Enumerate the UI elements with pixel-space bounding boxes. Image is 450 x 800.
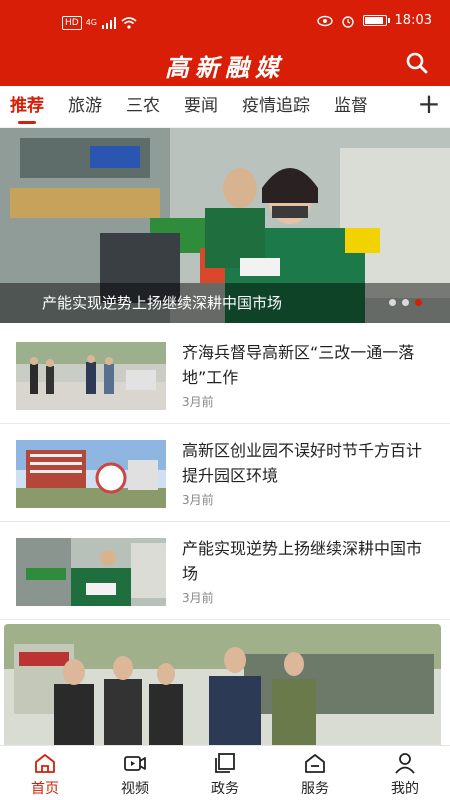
featured-photo[interactable] <box>4 624 441 750</box>
tab-recommend[interactable]: 推荐 <box>10 94 44 124</box>
carousel-dot[interactable] <box>389 299 396 306</box>
tab-news[interactable]: 要闻 <box>184 94 218 118</box>
news-thumbnail <box>16 342 166 410</box>
video-icon <box>124 756 146 771</box>
nav-home-label: 首页 <box>31 781 59 797</box>
banner-carousel[interactable]: 产能实现逆势上扬继续深耕中国市场 <box>0 128 450 323</box>
nav-profile-label: 我的 <box>391 781 419 797</box>
news-thumbnail <box>16 440 166 508</box>
eye-icon <box>316 15 333 26</box>
tab-supervision[interactable]: 监督 <box>334 94 368 118</box>
tab-agriculture[interactable]: 三农 <box>126 94 160 118</box>
nav-home[interactable]: 首页 <box>0 746 90 800</box>
carousel-dot-active[interactable] <box>415 299 422 306</box>
wifi-icon <box>121 17 137 29</box>
banner-caption: 产能实现逆势上扬继续深耕中国市场 <box>42 294 283 312</box>
news-item[interactable]: 产能实现逆势上扬继续深耕中国市场 3月前 <box>0 522 450 620</box>
add-tab-button[interactable]: + <box>408 86 450 127</box>
status-time: 18:03 <box>394 13 432 28</box>
nav-video[interactable]: 视频 <box>90 746 180 800</box>
status-right: 18:03 <box>316 13 432 28</box>
category-tabs: 推荐 旅游 三农 要闻 疫情追踪 监督 + <box>0 86 450 128</box>
battery-icon <box>362 15 390 26</box>
status-bar: HD 4G 18:03 <box>0 0 450 42</box>
news-title: 齐海兵督导高新区“三改一通一落地”工作 <box>182 343 415 387</box>
bottom-nav: 首页 视频 政务 服务 我的 <box>0 745 450 800</box>
news-time: 3月前 <box>182 395 214 409</box>
signal-icon <box>102 17 116 29</box>
tab-epidemic[interactable]: 疫情追踪 <box>242 94 310 118</box>
alarm-icon <box>341 15 354 28</box>
home-icon <box>35 754 55 773</box>
tab-travel[interactable]: 旅游 <box>68 94 102 118</box>
status-left: HD 4G <box>62 16 137 30</box>
network-indicator: 4G <box>85 18 97 27</box>
news-thumbnail <box>16 538 166 606</box>
news-title: 高新区创业园不误好时节千方百计提升园区环境 <box>182 441 423 485</box>
nav-government-label: 政务 <box>211 781 239 797</box>
app-title: 高新融媒 <box>165 53 285 82</box>
news-time: 3月前 <box>182 493 214 507</box>
pages-icon <box>215 753 235 773</box>
tab-row: 推荐 旅游 三农 要闻 疫情追踪 监督 <box>10 94 368 124</box>
app-bar: 高新融媒 <box>0 42 450 86</box>
nav-video-label: 视频 <box>121 781 149 797</box>
news-item[interactable]: 高新区创业园不误好时节千方百计提升园区环境 3月前 <box>0 424 450 522</box>
nav-government[interactable]: 政务 <box>180 746 270 800</box>
battery-fill <box>364 17 384 24</box>
news-title: 产能实现逆势上扬继续深耕中国市场 <box>182 539 423 583</box>
nav-service[interactable]: 服务 <box>270 746 360 800</box>
news-time: 3月前 <box>182 591 214 605</box>
search-icon[interactable] <box>404 50 430 76</box>
hd-indicator: HD <box>62 16 82 30</box>
news-item[interactable]: 齐海兵督导高新区“三改一通一落地”工作 3月前 <box>0 326 450 424</box>
user-icon <box>395 753 415 774</box>
nav-profile[interactable]: 我的 <box>360 746 450 800</box>
nav-service-label: 服务 <box>301 781 329 797</box>
service-icon <box>305 754 325 773</box>
carousel-dots <box>389 299 422 306</box>
carousel-dot[interactable] <box>402 299 409 306</box>
